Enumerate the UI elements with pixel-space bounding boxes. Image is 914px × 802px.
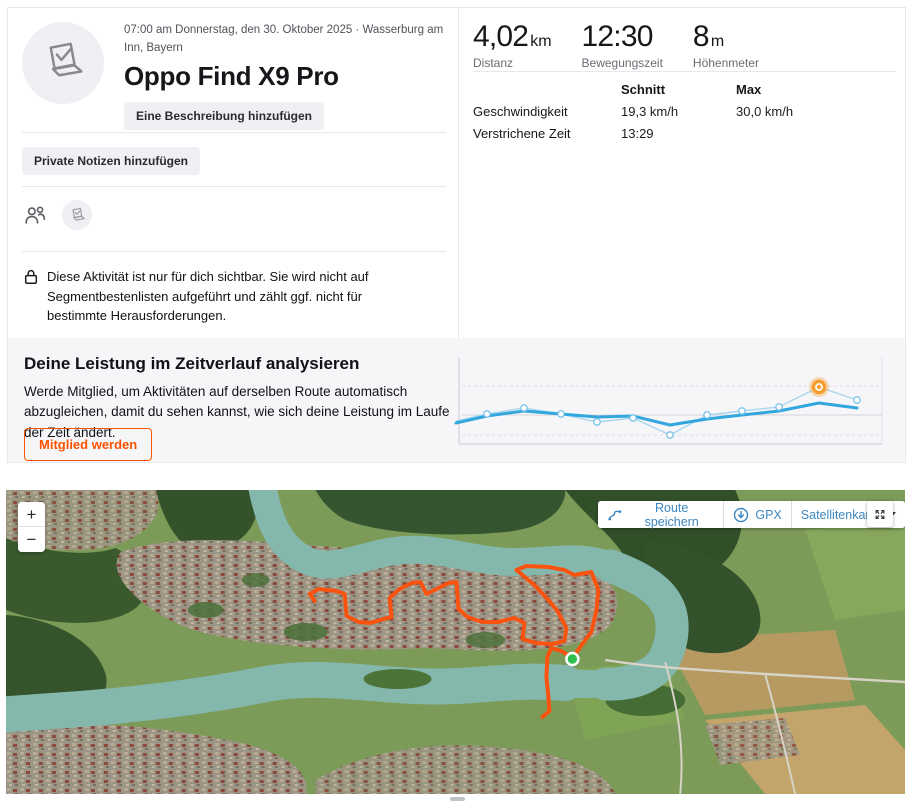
divider <box>22 186 446 187</box>
fullscreen-button[interactable] <box>867 501 893 527</box>
activity-header-card: 07:00 am Donnerstag, den 30. Oktober 202… <box>8 8 905 338</box>
save-route-button[interactable]: Route speichern <box>598 500 724 529</box>
divider <box>22 251 446 252</box>
lock-icon <box>24 269 38 284</box>
table-row-label-speed: Geschwindigkeit <box>473 104 568 119</box>
table-corner <box>473 82 621 97</box>
download-circle-icon <box>734 507 749 522</box>
athletes-group-icon <box>25 205 46 224</box>
activity-type-avatar <box>22 22 104 104</box>
stat-elevation-label: Höhenmeter <box>692 56 759 70</box>
gpx-label: GPX <box>755 507 782 522</box>
activity-stats-column: 4,02 km Distanz 12:30 Bewegungszeit 8m Hö… <box>459 8 905 338</box>
activity-left-column: 07:00 am Donnerstag, den 30. Oktober 202… <box>8 8 459 338</box>
stat-elevation-unit: m <box>710 33 725 50</box>
primary-stats: 4,02 km Distanz 12:30 Bewegungszeit 8m Hö… <box>473 20 759 70</box>
divider <box>22 132 446 133</box>
stat-distance-value: 4,02 <box>473 20 529 53</box>
map-toolbar: Route speichern GPX Satellitenkarte <box>598 500 905 529</box>
become-member-button[interactable]: Mitglied werden <box>24 428 153 461</box>
details-table: Schnitt Max Geschwindigkeit 19,3 km/h 30… <box>473 82 886 141</box>
activity-type-badge <box>62 200 92 230</box>
fullscreen-icon <box>875 509 885 519</box>
table-cell-speed-avg: 19,3 km/h <box>621 104 679 119</box>
stat-elevation-value: 8 <box>692 20 710 53</box>
stat-moving-time: 12:30 Bewegungszeit <box>582 20 663 70</box>
table-cell-speed-max: 30,0 km/h <box>736 104 794 119</box>
satellite-terrain <box>6 490 905 794</box>
sparkline-svg <box>454 358 883 445</box>
map-zoom-in-button[interactable]: + <box>18 502 45 527</box>
performance-sparkline-chart <box>448 356 896 452</box>
route-icon <box>608 509 622 520</box>
activity-page-card: 07:00 am Donnerstag, den 30. Oktober 202… <box>7 7 906 463</box>
membership-upsell-banner: Deine Leistung im Zeitverlauf analysiere… <box>8 338 905 462</box>
privacy-text: Diese Aktivität ist nur für dich sichtba… <box>47 269 369 323</box>
stat-distance: 4,02 km Distanz <box>473 20 552 70</box>
table-row-label-elapsed: Verstrichene Zeit <box>473 126 571 141</box>
table-cell-elapsed-avg: 13:29 <box>621 126 654 141</box>
activity-meta-icons <box>22 200 92 230</box>
activity-date-location: 07:00 am Donnerstag, den 30. Oktober 202… <box>124 24 444 54</box>
add-private-notes-button[interactable]: Private Notizen hinzufügen <box>22 147 201 175</box>
stat-elevation: 8m Höhenmeter <box>693 20 759 70</box>
stat-distance-unit: km <box>530 33 552 50</box>
table-header-schnitt: Schnitt <box>621 82 666 97</box>
save-route-label: Route speichern <box>644 500 699 529</box>
laptop-check-icon <box>71 207 85 221</box>
stat-moving-time-label: Bewegungszeit <box>581 56 663 70</box>
upsell-title: Deine Leistung im Zeitverlauf analysiere… <box>24 354 360 373</box>
add-description-button[interactable]: Eine Beschreibung hinzufügen <box>124 101 325 130</box>
stat-distance-label: Distanz <box>473 56 514 70</box>
table-header-max: Max <box>736 82 762 97</box>
laptop-check-icon <box>49 42 83 77</box>
map-zoom-out-button[interactable]: − <box>18 527 45 552</box>
route-map[interactable]: + − Route speichern GPX Satellitenkarte <box>6 490 905 794</box>
stat-moving-time-value: 12:30 <box>581 20 654 53</box>
divider <box>473 71 896 72</box>
activity-title: Oppo Find X9 Pro <box>124 60 339 91</box>
privacy-note: Diese Aktivität ist nur für dich sichtba… <box>24 267 424 326</box>
table-cell-elapsed-max <box>736 126 886 141</box>
horizontal-scrollbar-thumb[interactable] <box>450 797 465 801</box>
map-zoom-control: + − <box>18 502 45 552</box>
gpx-download-button[interactable]: GPX <box>723 501 791 528</box>
